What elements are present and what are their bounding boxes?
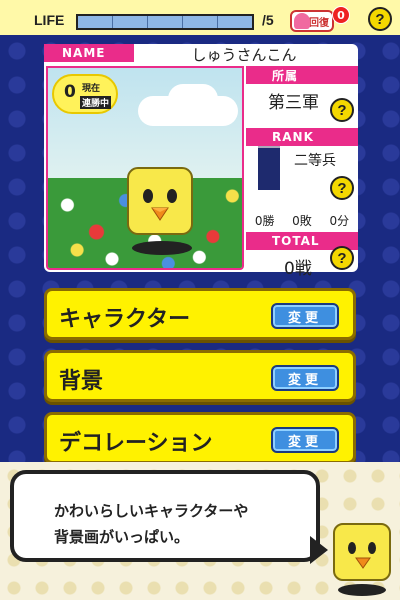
wins: 0勝 [254,214,275,228]
losses: 0敗 [292,214,312,228]
help-icon[interactable]: ? [330,98,354,122]
recover-label: 回復 [309,17,329,29]
win-streak-label: 連勝中 [80,96,112,109]
menu-label: 背景 [59,369,104,394]
life-segment [113,16,148,28]
profile-side-panel: 所属 第三軍 ? RANK 二等兵 ? 0勝 0敗 0分 TOTAL 0戦 ? [246,66,358,279]
recover-count-badge: 0 [332,6,350,24]
name-tag: NAME [44,44,134,62]
life-segment [218,16,252,28]
life-bar [76,14,254,30]
rank-tag: RANK [246,128,358,146]
menu-character[interactable]: キャラクター 変更 [44,288,356,340]
speech-bubble-tail [310,536,328,564]
draws: 0分 [329,214,350,228]
help-icon[interactable]: ? [368,7,392,31]
top-bar: LIFE /5 回復 0 ? [0,0,400,38]
player-name: しゅうさんこん [191,46,297,64]
win-streak-now: 現在 [82,84,101,94]
tip-line: かわいらしいキャラクターや [54,502,249,520]
tip-line: 背景画がいっぱい。 [54,528,190,546]
tip-text: かわいらしいキャラクターや 背景画がいっぱい。 [54,498,248,550]
life-segment [183,16,218,28]
name-row: NAME しゅうさんこん [44,44,358,66]
profile-card: NAME しゅうさんこん 0 現在 連勝中 所属 第三軍 ? RANK 二等兵 … [44,44,358,279]
help-icon[interactable]: ? [330,246,354,270]
character-scene: 0 現在 連勝中 [46,66,244,270]
cupcake-icon [294,13,310,29]
menu-background[interactable]: 背景 変更 [44,350,356,402]
life-segment [148,16,183,28]
menu-decoration[interactable]: デコレーション 変更 [44,412,356,464]
change-character-button[interactable]: 変更 [271,303,339,329]
chick-mascot-icon [333,523,391,596]
affiliation-tag: 所属 [246,66,358,84]
rank-value: 二等兵 [294,153,336,169]
life-label: LIFE [34,12,65,28]
win-streak-badge: 0 現在 連勝中 [52,74,118,114]
menu-label: キャラクター [59,307,191,332]
help-icon[interactable]: ? [330,176,354,200]
life-segment [78,16,113,28]
cloud [168,84,218,114]
record-stats: 0勝 0敗 0分 [246,212,358,229]
recover-button[interactable]: 回復 [290,10,334,32]
change-background-button[interactable]: 変更 [271,365,339,391]
affiliation-value: 第三軍 [268,93,319,113]
life-max: /5 [262,12,274,28]
chick-character [127,167,193,255]
total-value: 0戦 [284,259,312,279]
change-decoration-button[interactable]: 変更 [271,427,339,453]
menu-label: デコレーション [59,431,213,456]
speech-bubble: かわいらしいキャラクターや 背景画がいっぱい。 [10,470,320,562]
win-streak-count: 0 [64,82,76,102]
rank-insignia-icon [258,146,280,190]
